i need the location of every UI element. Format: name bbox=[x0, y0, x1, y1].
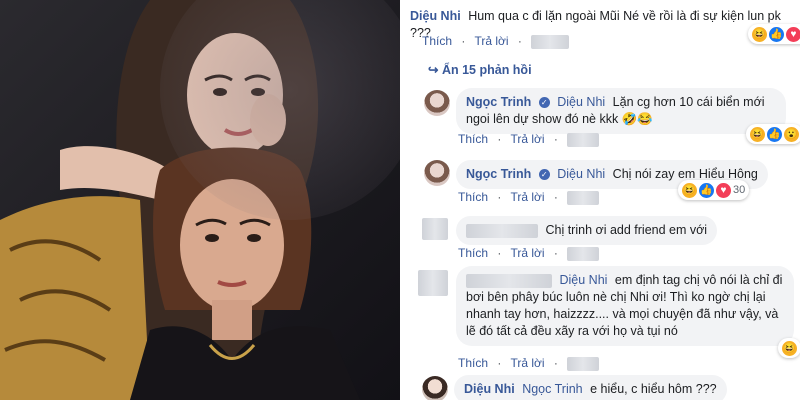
comments-panel: Diệu Nhi Hum qua c đi lặn ngoài Mũi Né v… bbox=[400, 0, 800, 400]
reply-link[interactable]: Trả lời bbox=[510, 356, 544, 370]
comment-author-link[interactable]: Diệu Nhi bbox=[410, 9, 461, 23]
dot-separator: · bbox=[497, 132, 502, 146]
redacted-timestamp bbox=[567, 246, 600, 261]
reply-link[interactable]: Trả lời bbox=[510, 190, 544, 204]
avatar[interactable] bbox=[424, 160, 450, 186]
haha-reaction-icon: 😆 bbox=[682, 182, 697, 198]
like-link[interactable]: Thích bbox=[458, 190, 488, 204]
comment-3-actions: Thích · Trả lời · bbox=[458, 190, 605, 205]
haha-reaction-icon: 😆 bbox=[750, 126, 765, 142]
dot-separator: · bbox=[553, 190, 558, 204]
reply-arrow-icon: ↪ bbox=[428, 63, 442, 77]
like-reaction-icon: 👍 bbox=[699, 182, 714, 198]
like-reaction-icon: 👍 bbox=[767, 126, 782, 142]
redacted-timestamp bbox=[567, 190, 600, 205]
reply-link[interactable]: Trả lời bbox=[474, 34, 508, 48]
comment-author-link[interactable]: Ngọc Trinh bbox=[466, 95, 531, 109]
comment-text: Chị nói zay em Hiểu Hông bbox=[612, 167, 758, 181]
like-link[interactable]: Thích bbox=[458, 356, 488, 370]
avatar[interactable] bbox=[422, 376, 448, 400]
like-link[interactable]: Thích bbox=[422, 34, 452, 48]
like-link[interactable]: Thích bbox=[458, 132, 488, 146]
comment-3-reactions[interactable]: 😆 👍 ♥ 30 bbox=[678, 180, 750, 200]
comment-2-actions: Thích · Trả lời · bbox=[458, 132, 605, 147]
avatar[interactable] bbox=[418, 270, 448, 296]
comment-4-bubble: Chị trinh ơi add friend em với bbox=[456, 216, 718, 245]
comment-6-bubble: Diệu Nhi Ngọc Trinh e hiểu, c hiểu hôm ?… bbox=[454, 375, 727, 400]
redacted-name bbox=[466, 223, 538, 238]
dot-separator: · bbox=[553, 132, 558, 146]
hide-replies-label: Ẩn 15 phản hồi bbox=[441, 63, 532, 77]
featured-photo bbox=[0, 0, 400, 400]
avatar[interactable] bbox=[422, 218, 448, 240]
dot-separator: · bbox=[461, 34, 466, 48]
comment-4-actions: Thích · Trả lời · bbox=[458, 246, 605, 261]
dot-separator: · bbox=[497, 190, 502, 204]
love-reaction-icon: ♥ bbox=[786, 26, 800, 42]
comment-5-actions: Thích · Trả lời · bbox=[458, 356, 605, 371]
comment-text: e hiểu, c hiểu hôm ??? bbox=[590, 382, 717, 396]
comment-5-bubble: Diệu Nhi em định tag chị vô nói là chỉ đ… bbox=[456, 266, 794, 346]
avatar[interactable] bbox=[424, 90, 450, 116]
comment-author-link[interactable]: Diệu Nhi bbox=[464, 382, 515, 396]
haha-reaction-icon: 😆 bbox=[752, 26, 767, 42]
comment-1-actions: Thích · Trả lời · bbox=[422, 34, 575, 49]
like-link[interactable]: Thích bbox=[458, 246, 488, 260]
redacted-timestamp bbox=[567, 356, 600, 371]
comment-text: Chị trinh ơi add friend em với bbox=[545, 223, 708, 237]
tagged-user-link[interactable]: Ngọc Trinh bbox=[522, 382, 582, 396]
dot-separator: · bbox=[497, 356, 502, 370]
comment-2-reactions[interactable]: 😆 👍 😮 bbox=[746, 124, 800, 144]
comment-2-bubble: Ngọc Trinh ✓ Diệu Nhi Lặn cg hơn 10 cái … bbox=[456, 88, 786, 134]
haha-reaction-icon: 😆 bbox=[782, 340, 797, 356]
verified-badge-icon: ✓ bbox=[538, 97, 550, 108]
comment-1-reactions[interactable]: 😆 👍 ♥ 6 bbox=[748, 24, 800, 44]
tagged-user-link[interactable]: Diệu Nhi bbox=[557, 167, 605, 181]
comment-author-link[interactable]: Ngọc Trinh bbox=[466, 167, 531, 181]
dot-separator: · bbox=[553, 356, 558, 370]
dot-separator: · bbox=[497, 246, 502, 260]
hide-replies-link[interactable]: ↪ Ẩn 15 phản hồi bbox=[428, 62, 532, 77]
tagged-user-link[interactable]: Diệu Nhi bbox=[557, 95, 605, 109]
verified-badge-icon: ✓ bbox=[538, 169, 550, 180]
comment-5-reactions[interactable]: 😆 bbox=[778, 338, 800, 358]
dot-separator: · bbox=[553, 246, 558, 260]
redacted-timestamp bbox=[567, 132, 600, 147]
dot-separator: · bbox=[517, 34, 522, 48]
reply-link[interactable]: Trả lời bbox=[510, 132, 544, 146]
redacted-timestamp bbox=[531, 34, 570, 49]
wow-reaction-icon: 😮 bbox=[784, 126, 799, 142]
like-reaction-icon: 👍 bbox=[769, 26, 784, 42]
reply-link[interactable]: Trả lời bbox=[510, 246, 544, 260]
tagged-user-link[interactable]: Diệu Nhi bbox=[559, 273, 607, 287]
reaction-count: 30 bbox=[733, 184, 746, 196]
love-reaction-icon: ♥ bbox=[716, 182, 731, 198]
redacted-name bbox=[466, 273, 552, 288]
